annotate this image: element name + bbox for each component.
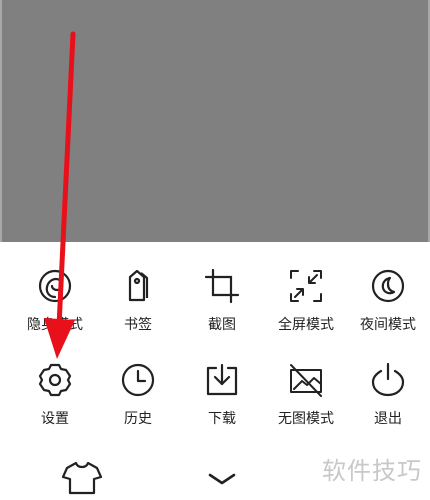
history-button[interactable]: 历史 [96,360,180,440]
menu-item-label: 无图模式 [278,411,334,427]
menu-item-label: 设置 [41,411,69,427]
crop-icon [204,268,240,304]
collapse-menu-button[interactable] [202,464,242,494]
menu-item-label: 退出 [374,411,402,427]
settings-button[interactable]: 设置 [13,360,97,440]
fullscreen-icon [288,268,324,304]
chevron-down-icon [202,473,242,498]
menu-item-label: 夜间模式 [360,317,416,333]
menu-item-label: 全屏模式 [278,317,334,333]
menu-row-1: 隐身模式 书签 截图 全屏模式 夜间模式 [0,266,430,346]
no-image-icon [288,362,324,398]
menu-item-label: 隐身模式 [27,317,83,333]
menu-item-label: 截图 [208,317,236,333]
screenshot-button[interactable]: 截图 [180,266,264,346]
theme-skin-button[interactable] [61,460,103,496]
watermark-text: 软件技巧 [322,457,422,485]
power-icon [370,362,406,398]
gear-icon [37,362,73,398]
menu-item-label: 历史 [124,411,152,427]
bookmarks-button[interactable]: 书签 [96,266,180,346]
downloads-button[interactable]: 下载 [180,360,264,440]
incognito-icon [37,268,73,304]
night-mode-button[interactable]: 夜间模式 [346,266,430,346]
moon-icon [370,268,406,304]
browser-screen: 隐身模式 书签 截图 全屏模式 夜间模式 设置 历史 下载 无图模式 退出 软件… [0,0,430,500]
download-icon [204,362,240,398]
dimmed-page-overlay[interactable] [0,0,430,242]
incognito-mode-button[interactable]: 隐身模式 [13,266,97,346]
tshirt-icon [61,461,103,500]
menu-row-2: 设置 历史 下载 无图模式 退出 [0,360,430,440]
menu-item-label: 下载 [208,411,236,427]
clock-icon [120,362,156,398]
exit-button[interactable]: 退出 [346,360,430,440]
menu-item-label: 书签 [124,317,152,333]
no-image-mode-button[interactable]: 无图模式 [264,360,348,440]
bookmark-tag-icon [120,268,156,304]
fullscreen-mode-button[interactable]: 全屏模式 [264,266,348,346]
